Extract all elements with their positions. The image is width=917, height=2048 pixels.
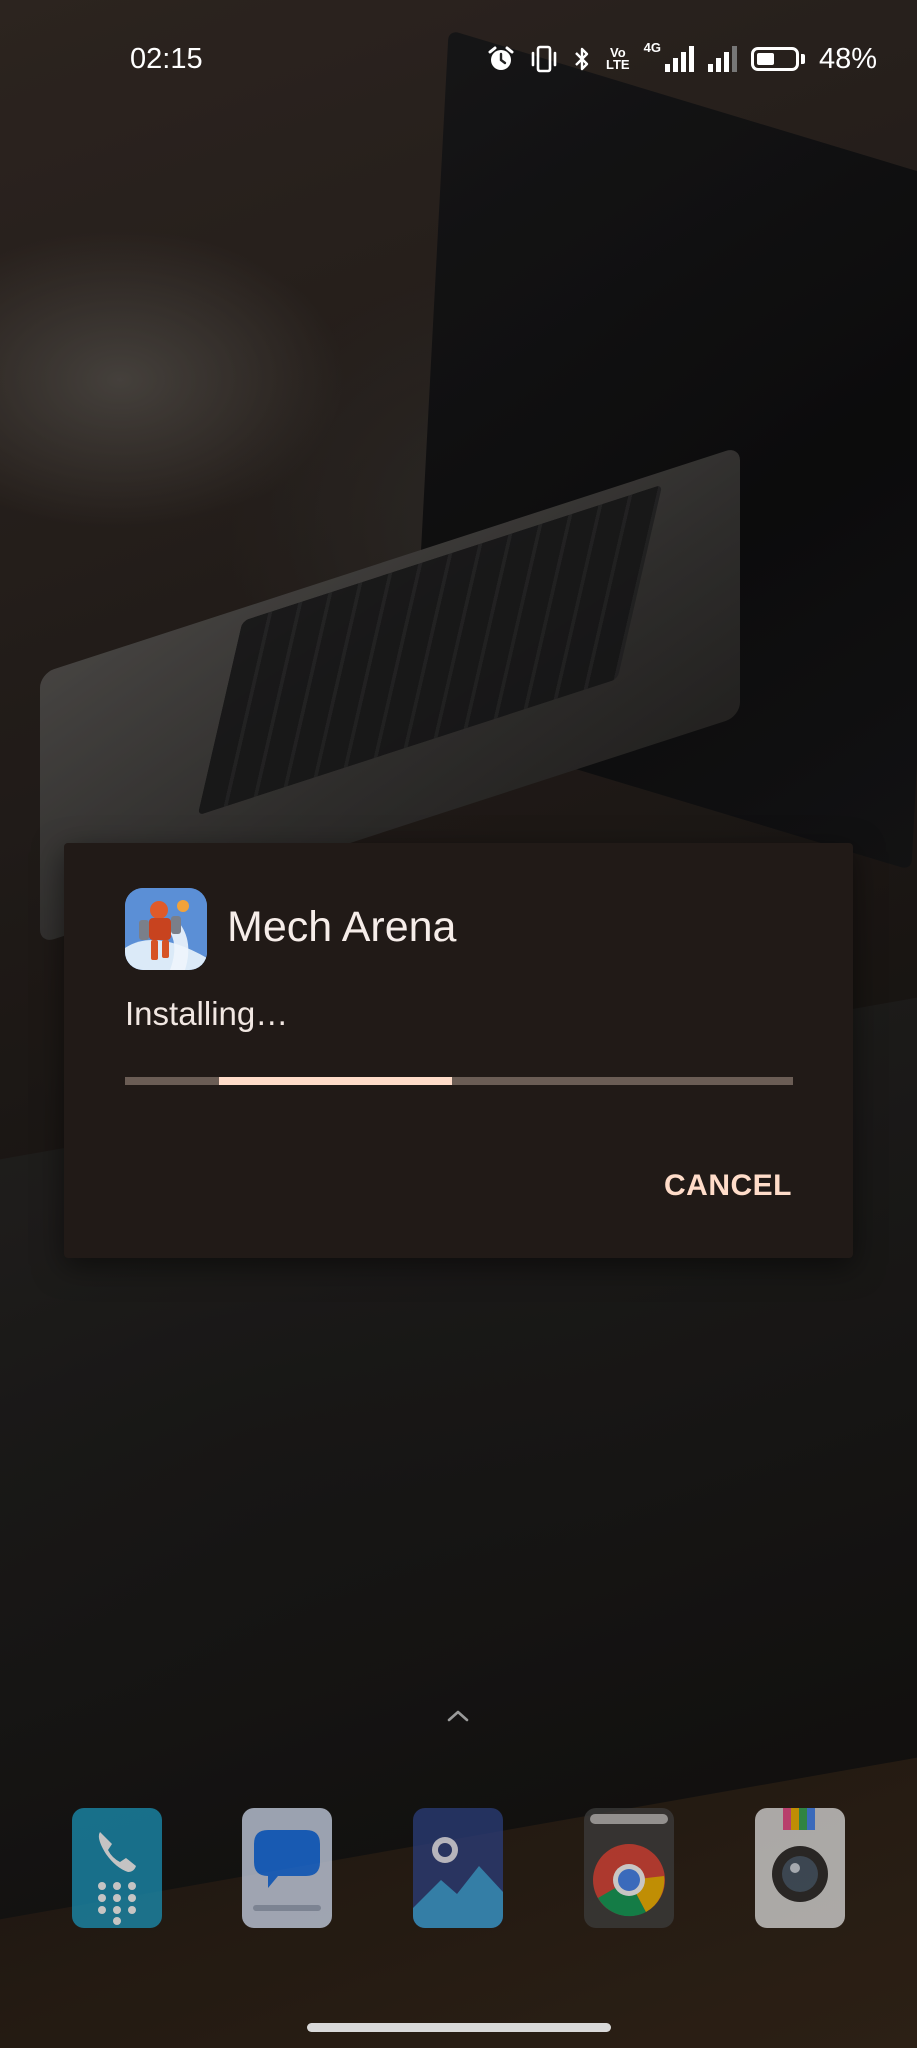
camera-icon[interactable] [755,1808,845,1928]
bluetooth-icon [572,42,592,76]
messages-icon[interactable] [242,1808,332,1928]
chrome-icon[interactable] [584,1808,674,1928]
volte-label-bottom: LTE [606,57,630,72]
install-progress-indicator [218,1077,453,1085]
signal-icon [707,42,737,76]
data-4g-icon: 4G [643,40,694,76]
battery-percent: 48% [818,42,877,75]
install-dialog: Mech Arena Installing… CANCEL [64,843,853,1258]
gallery-icon[interactable] [413,1808,503,1928]
network-type-label: 4G [643,40,661,55]
status-time: 02:15 [130,42,203,75]
status-icons: Vo LTE 4G 48% [486,40,877,76]
alarm-icon [486,42,516,76]
cancel-button[interactable]: CANCEL [664,1161,792,1211]
data-signal-bars [664,46,694,72]
chevron-up-icon[interactable] [446,1704,470,1728]
vibrate-icon [530,42,558,76]
phone-dialer-icon[interactable] [72,1808,162,1928]
install-progress-bar [125,1077,793,1085]
home-dock [0,1808,917,1928]
status-bar: 02:15 Vo LTE 4G 48% [0,0,917,118]
battery-icon [750,47,805,71]
install-status-text: Installing… [125,995,289,1032]
battery-level-fill [756,53,775,65]
mech-arena-app-icon [125,888,207,970]
volte-icon: Vo LTE [606,42,630,76]
app-name: Mech Arena [227,903,457,951]
home-indicator[interactable] [307,2023,611,2032]
